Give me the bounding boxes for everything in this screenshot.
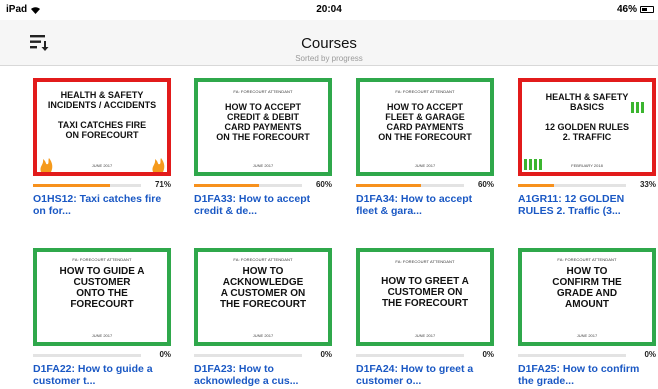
progress-row: 0% <box>194 350 332 360</box>
course-card[interactable]: HEALTH & SAFETY BASICS 12 GOLDEN RULES 2… <box>518 78 656 232</box>
thumbnail-date: JUNE 2017 <box>414 333 436 338</box>
progress-fill <box>356 184 421 187</box>
progress-fill <box>518 184 554 187</box>
course-thumbnail: FA: FORECOURT ATTENDANT HOW TO CONFIRM T… <box>518 248 656 346</box>
progress-track <box>194 354 302 357</box>
course-card[interactable]: FA: FORECOURT ATTENDANT HOW TO GUIDE A C… <box>33 248 171 389</box>
thumbnail-date: FEBRUARY 2018 <box>571 163 603 168</box>
progress-percent: 0% <box>159 350 171 359</box>
course-thumbnail: HEALTH & SAFETY BASICS 12 GOLDEN RULES 2… <box>518 78 656 176</box>
course-thumbnail: FA: FORECOURT ATTENDANT HOW TO ACKNOWLED… <box>194 248 332 346</box>
page-title: Courses <box>301 35 357 52</box>
progress-percent: 33% <box>639 180 656 189</box>
course-title[interactable]: D1FA34: How to accept fleet & gara... <box>356 193 494 217</box>
course-title[interactable]: O1HS12: Taxi catches fire on for... <box>33 193 171 217</box>
course-title[interactable]: D1FA23: How to acknowledge a cus... <box>194 363 332 387</box>
thumbnail-title: HOW TO ACCEPT FLEET & GARAGE CARD PAYMEN… <box>378 102 472 142</box>
progress-percent: 0% <box>644 350 656 359</box>
course-card[interactable]: FA: FORECOURT ATTENDANT HOW TO ACKNOWLED… <box>194 248 332 389</box>
progress-row: 71% <box>33 180 171 190</box>
thumbnail-title: HEALTH & SAFETY BASICS 12 GOLDEN RULES 2… <box>544 92 629 142</box>
thumbnail-category: FA: FORECOURT ATTENDANT <box>233 89 293 94</box>
course-title[interactable]: D1FA22: How to guide a customer t... <box>33 363 171 387</box>
battery-icon <box>640 6 654 13</box>
sort-subtitle: Sorted by progress <box>295 54 363 63</box>
course-card[interactable]: FA: FORECOURT ATTENDANT HOW TO ACCEPT CR… <box>194 78 332 232</box>
course-title[interactable]: A1GR11: 12 GOLDEN RULES 2. Traffic (3... <box>518 193 656 217</box>
progress-percent: 60% <box>315 180 332 189</box>
progress-track <box>356 184 464 187</box>
progress-track <box>356 354 464 357</box>
thumbnail-category: FA: FORECOURT ATTENDANT <box>72 257 132 262</box>
progress-row: 0% <box>33 350 171 360</box>
course-thumbnail: FA: FORECOURT ATTENDANT HOW TO GREET A C… <box>356 248 494 346</box>
status-right: 46% <box>617 4 654 15</box>
progress-track <box>518 354 626 357</box>
progress-track <box>33 184 141 187</box>
battery-percent: 46% <box>616 4 637 15</box>
course-title[interactable]: D1FA33: How to accept credit & de... <box>194 193 332 217</box>
progress-fill <box>194 184 259 187</box>
course-thumbnail: HEALTH & SAFETY INCIDENTS / ACCIDENTS TA… <box>33 78 171 176</box>
thumbnail-date: JUNE 2017 <box>91 163 113 168</box>
course-thumbnail: FA: FORECOURT ATTENDANT HOW TO ACCEPT CR… <box>194 78 332 176</box>
progress-row: 60% <box>356 180 494 190</box>
progress-track <box>33 354 141 357</box>
thumbnail-date: JUNE 2017 <box>414 163 436 168</box>
progress-row: 0% <box>518 350 656 360</box>
course-card[interactable]: FA: FORECOURT ATTENDANT HOW TO GREET A C… <box>356 248 494 389</box>
course-thumbnail: FA: FORECOURT ATTENDANT HOW TO ACCEPT FL… <box>356 78 494 176</box>
thumbnail-title: HEALTH & SAFETY INCIDENTS / ACCIDENTS TA… <box>47 90 157 140</box>
thumbnail-title: HOW TO GREET A CUSTOMER ON THE FORECOURT <box>381 276 469 309</box>
thumbnail-date: JUNE 2017 <box>252 163 274 168</box>
course-card[interactable]: FA: FORECOURT ATTENDANT HOW TO ACCEPT FL… <box>356 78 494 232</box>
progress-row: 60% <box>194 180 332 190</box>
thumbnail-category: FA: FORECOURT ATTENDANT <box>557 257 617 262</box>
course-card[interactable]: HEALTH & SAFETY INCIDENTS / ACCIDENTS TA… <box>33 78 171 232</box>
thumbnail-title: HOW TO ACCEPT CREDIT & DEBIT CARD PAYMEN… <box>216 102 310 142</box>
course-thumbnail: FA: FORECOURT ATTENDANT HOW TO GUIDE A C… <box>33 248 171 346</box>
progress-percent: 0% <box>320 350 332 359</box>
thumbnail-title: HOW TO ACKNOWLEDGE A CUSTOMER ON THE FOR… <box>219 266 307 310</box>
progress-percent: 0% <box>482 350 494 359</box>
progress-percent: 71% <box>154 180 171 189</box>
nav-bar: Courses Sorted by progress <box>0 20 658 66</box>
thumbnail-date: JUNE 2017 <box>252 333 274 338</box>
thumbnail-title: HOW TO CONFIRM THE GRADE AND AMOUNT <box>552 266 622 310</box>
status-time: 20:04 <box>316 4 342 15</box>
progress-percent: 60% <box>477 180 494 189</box>
accent-bars <box>631 102 644 113</box>
progress-track <box>194 184 302 187</box>
thumbnail-date: JUNE 2017 <box>576 333 598 338</box>
thumbnail-category: FA: FORECOURT ATTENDANT <box>233 257 293 262</box>
progress-row: 0% <box>356 350 494 360</box>
thumbnail-date: JUNE 2017 <box>91 333 113 338</box>
course-title[interactable]: D1FA24: How to greet a customer o... <box>356 363 494 387</box>
progress-track <box>518 184 626 187</box>
course-card[interactable]: FA: FORECOURT ATTENDANT HOW TO CONFIRM T… <box>518 248 656 389</box>
course-title[interactable]: D1FA25: How to confirm the grade... <box>518 363 656 387</box>
progress-row: 33% <box>518 180 656 190</box>
thumbnail-title: HOW TO GUIDE A CUSTOMER ONTO THE FORECOU… <box>59 266 145 310</box>
progress-fill <box>33 184 110 187</box>
status-bar: iPad 20:04 46% <box>0 0 658 20</box>
thumbnail-category: FA: FORECOURT ATTENDANT <box>395 259 455 264</box>
thumbnail-category: FA: FORECOURT ATTENDANT <box>395 89 455 94</box>
